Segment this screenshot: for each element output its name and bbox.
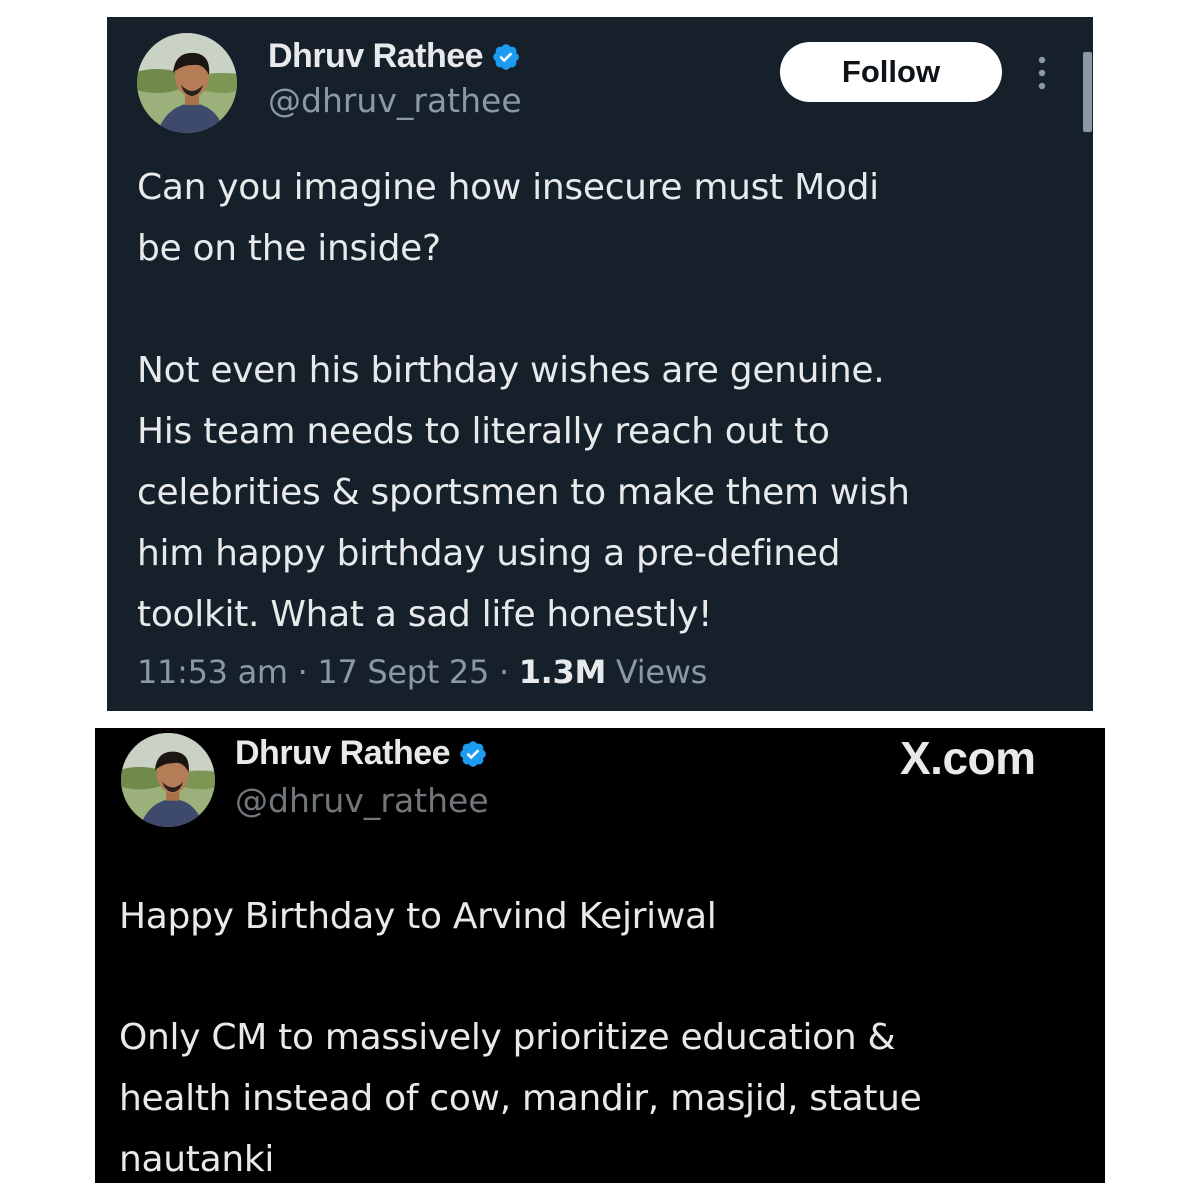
- tweet-card-bottom: Dhruv Rathee @dhruv_rathee X.com Happy B…: [95, 728, 1105, 1183]
- tweet-text-line: be on the inside?: [137, 228, 441, 269]
- verified-badge-icon: [491, 42, 521, 72]
- tweet-text-line: toolkit. What a sad life honestly!: [137, 594, 713, 635]
- meta-separator: ·: [498, 653, 509, 691]
- avatar[interactable]: [137, 33, 237, 133]
- tweet-text-line: Happy Birthday to Arvind Kejriwal: [119, 896, 717, 937]
- author-name[interactable]: Dhruv Rathee: [268, 37, 484, 76]
- author-name-row: Dhruv Rathee: [235, 734, 488, 773]
- tweet-meta: 11:53 am · 17 Sept 25 · 1.3M Views: [137, 653, 707, 691]
- more-options-icon[interactable]: [1032, 55, 1052, 91]
- avatar-photo: [137, 33, 237, 133]
- tweet-text-line: health instead of cow, mandir, masjid, s…: [119, 1078, 922, 1119]
- tweet-text-line: Not even his birthday wishes are genuine…: [137, 350, 885, 391]
- tweet-text-line: celebrities & sportsmen to make them wis…: [137, 472, 910, 513]
- tweet-time[interactable]: 11:53 am: [137, 653, 288, 691]
- tweet-date[interactable]: 17 Sept 25: [317, 653, 489, 691]
- follow-button-label: Follow: [841, 54, 941, 89]
- avatar-photo: [121, 733, 215, 827]
- views-count: 1.3M: [518, 653, 607, 691]
- author-name[interactable]: Dhruv Rathee: [235, 734, 451, 773]
- author-handle[interactable]: @dhruv_rathee: [235, 781, 489, 820]
- meta-separator: ·: [297, 653, 308, 691]
- tweet-text-line: him happy birthday using a pre-defined: [137, 533, 841, 574]
- author-name-row: Dhruv Rathee: [268, 37, 521, 76]
- tweet-text-line: His team needs to literally reach out to: [137, 411, 830, 452]
- follow-button[interactable]: Follow: [780, 42, 1002, 102]
- verified-badge-icon: [458, 739, 488, 769]
- avatar[interactable]: [121, 733, 215, 827]
- views-label: Views: [615, 653, 708, 691]
- tweet-card-top: Dhruv Rathee @dhruv_rathee Follow Can yo…: [107, 17, 1093, 711]
- tweet-text: Happy Birthday to Arvind Kejriwal Only C…: [119, 886, 1079, 1183]
- tweet-text-line: nautanki: [119, 1139, 275, 1180]
- tweet-text: Can you imagine how insecure must Modi b…: [137, 157, 1072, 645]
- x-logo: X.com: [900, 732, 1036, 784]
- author-handle[interactable]: @dhruv_rathee: [268, 81, 522, 120]
- tweet-text-line: Can you imagine how insecure must Modi: [137, 167, 879, 208]
- scrollbar[interactable]: [1083, 52, 1092, 132]
- tweet-text-line: Only CM to massively prioritize educatio…: [119, 1017, 896, 1058]
